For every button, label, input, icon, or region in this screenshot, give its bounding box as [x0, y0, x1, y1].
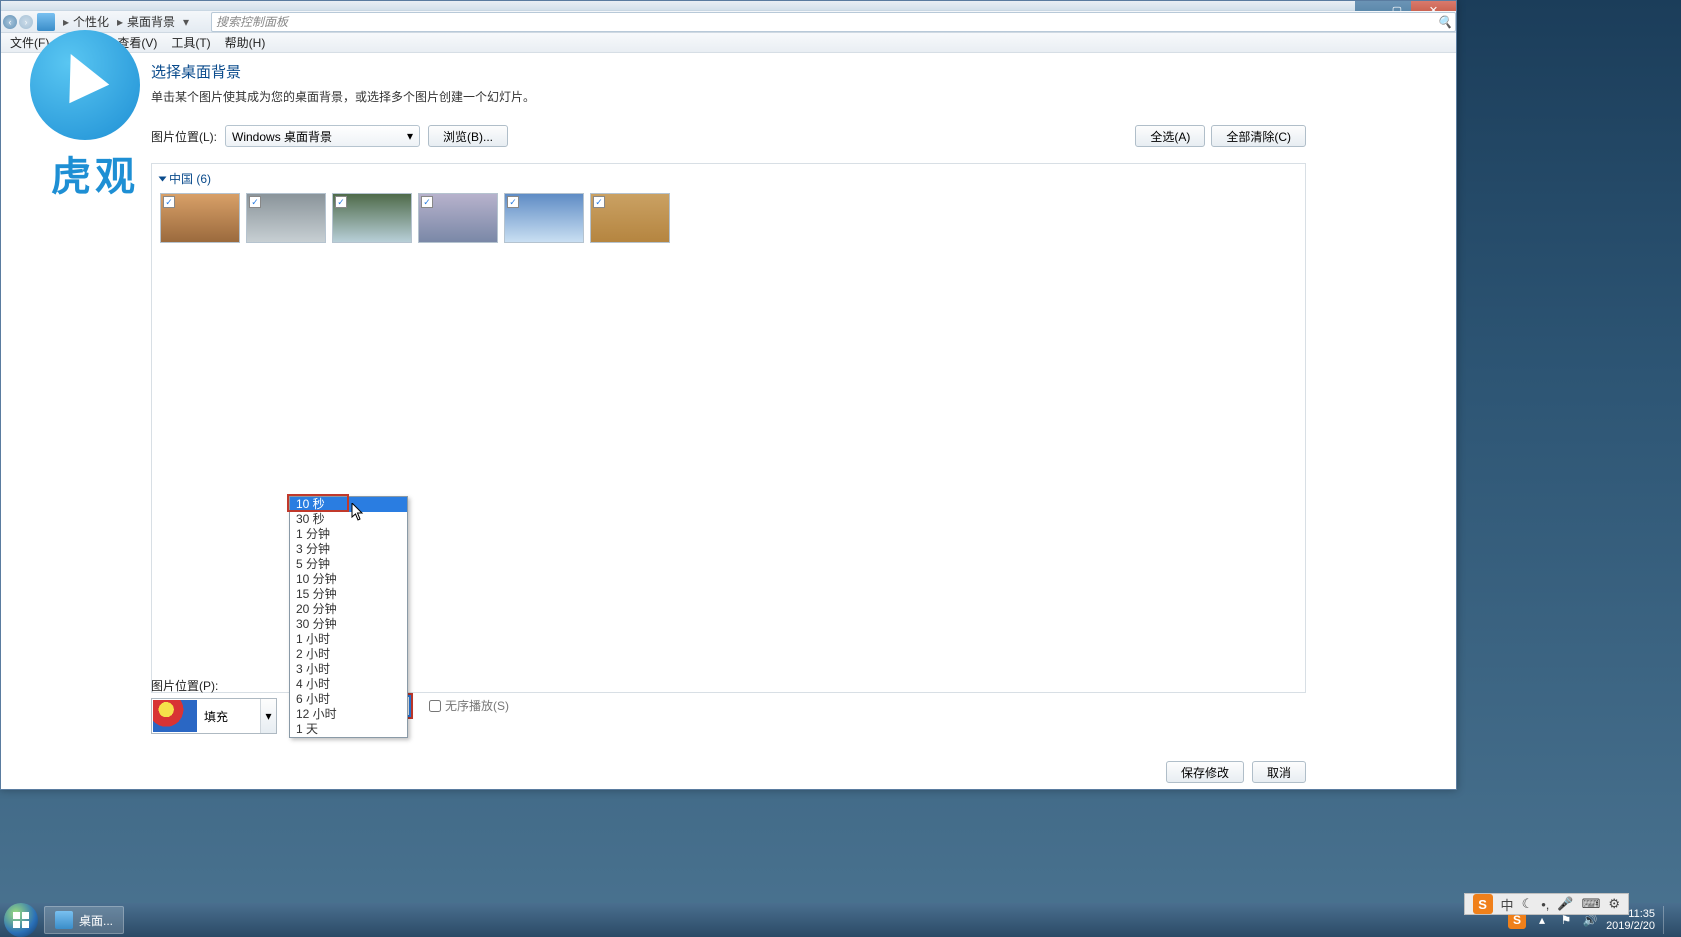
- start-button[interactable]: [4, 903, 38, 937]
- thumb-checkbox[interactable]: ✓: [163, 196, 175, 208]
- thumbnail-row: ✓ ✓ ✓ ✓ ✓ ✓: [160, 193, 1297, 243]
- search-icon[interactable]: 🔍: [1437, 15, 1451, 29]
- breadcrumb-level2[interactable]: 桌面背景: [123, 13, 179, 30]
- taskbar-app-label: 桌面...: [79, 912, 113, 929]
- location-label: 图片位置(L):: [151, 128, 217, 145]
- address-bar: ‹ › ▸ 个性化 ▸ 桌面背景 ▾ 搜索控制面板 🔍: [1, 11, 1456, 33]
- position-preview-icon: [153, 700, 197, 732]
- wallpaper-thumb[interactable]: ✓: [160, 193, 240, 243]
- interval-option[interactable]: 12 小时: [290, 707, 407, 722]
- interval-option[interactable]: 3 分钟: [290, 542, 407, 557]
- wallpaper-thumb[interactable]: ✓: [590, 193, 670, 243]
- app-icon: [55, 911, 73, 929]
- titlebar: ▁ ▢ ✕: [1, 1, 1456, 11]
- location-select[interactable]: Windows 桌面背景 ▾: [225, 125, 420, 147]
- ime-punct-icon[interactable]: •,: [1541, 897, 1549, 912]
- breadcrumb-level1[interactable]: 个性化: [69, 13, 113, 30]
- menu-help[interactable]: 帮助(H): [218, 32, 273, 53]
- wallpaper-thumb[interactable]: ✓: [418, 193, 498, 243]
- page-title: 选择桌面背景: [151, 61, 1306, 82]
- mic-icon[interactable]: 🎤: [1557, 896, 1573, 912]
- thumb-checkbox[interactable]: ✓: [593, 196, 605, 208]
- menu-edit[interactable]: 编辑(E): [56, 32, 110, 53]
- interval-option[interactable]: 20 分钟: [290, 602, 407, 617]
- interval-option[interactable]: 2 小时: [290, 647, 407, 662]
- chevron-down-icon: ▾: [407, 129, 413, 143]
- taskbar: 桌面... S ▴ ⚑ 🔊 11:35 2019/2/20: [0, 903, 1681, 937]
- menu-view[interactable]: 查看(V): [110, 32, 164, 53]
- interval-option[interactable]: 30 秒: [290, 512, 407, 527]
- thumb-checkbox[interactable]: ✓: [335, 196, 347, 208]
- position-value: 填充: [198, 708, 260, 725]
- interval-dropdown[interactable]: 10 秒30 秒1 分钟3 分钟5 分钟10 分钟15 分钟20 分钟30 分钟…: [289, 496, 408, 738]
- wallpaper-thumb[interactable]: ✓: [504, 193, 584, 243]
- ime-toolbar[interactable]: S 中 ☾ •, 🎤 ⌨ ⚙: [1464, 893, 1629, 915]
- interval-option[interactable]: 6 小时: [290, 692, 407, 707]
- chevron-down-icon[interactable]: ▾: [179, 15, 189, 29]
- position-select[interactable]: 填充 ▾: [151, 698, 277, 734]
- shuffle-checkbox[interactable]: [429, 700, 441, 712]
- caret-icon: [159, 176, 167, 181]
- save-button[interactable]: 保存修改: [1166, 761, 1244, 783]
- settings-icon[interactable]: ⚙: [1608, 896, 1620, 912]
- interval-option[interactable]: 10 分钟: [290, 572, 407, 587]
- ime-lang[interactable]: 中: [1501, 895, 1514, 914]
- thumb-checkbox[interactable]: ✓: [421, 196, 433, 208]
- menu-file[interactable]: 文件(F): [3, 32, 56, 53]
- location-row: 图片位置(L): Windows 桌面背景 ▾ 浏览(B)... 全选(A) 全…: [151, 125, 1306, 147]
- interval-option[interactable]: 15 分钟: [290, 587, 407, 602]
- position-label: 图片位置(P):: [151, 677, 277, 694]
- forward-button[interactable]: ›: [19, 15, 33, 29]
- breadcrumb[interactable]: ▸ 个性化 ▸ 桌面背景 ▾: [59, 13, 189, 30]
- control-panel-window: ▁ ▢ ✕ ‹ › ▸ 个性化 ▸ 桌面背景 ▾ 搜索控制面板 🔍 文件(F) …: [0, 0, 1457, 790]
- chevron-right-icon[interactable]: ▸: [113, 15, 123, 29]
- interval-option[interactable]: 4 小时: [290, 677, 407, 692]
- chevron-right-icon[interactable]: ▸: [59, 15, 69, 29]
- interval-option[interactable]: 30 分钟: [290, 617, 407, 632]
- cursor-icon: [351, 503, 365, 521]
- show-desktop-button[interactable]: [1663, 906, 1671, 934]
- group-header[interactable]: 中国 (6): [160, 170, 1297, 187]
- search-placeholder: 搜索控制面板: [216, 13, 288, 30]
- chevron-down-icon[interactable]: ▾: [260, 699, 276, 733]
- thumb-checkbox[interactable]: ✓: [249, 196, 261, 208]
- interval-option[interactable]: 3 小时: [290, 662, 407, 677]
- shuffle-label: 无序播放(S): [445, 697, 509, 714]
- folder-icon: [37, 13, 55, 31]
- keyboard-icon[interactable]: ⌨: [1582, 896, 1601, 912]
- interval-option[interactable]: 1 天: [290, 722, 407, 737]
- content-area: 选择桌面背景 单击某个图片使其成为您的桌面背景，或选择多个图片创建一个幻灯片。 …: [1, 53, 1456, 741]
- footer-buttons: 保存修改 取消: [1166, 761, 1306, 783]
- clear-all-button[interactable]: 全部清除(C): [1211, 125, 1306, 147]
- menu-bar: 文件(F) 编辑(E) 查看(V) 工具(T) 帮助(H): [1, 33, 1456, 53]
- page-subtitle: 单击某个图片使其成为您的桌面背景，或选择多个图片创建一个幻灯片。: [151, 88, 1306, 105]
- group-name: 中国 (6): [169, 170, 211, 187]
- cancel-button[interactable]: 取消: [1252, 761, 1306, 783]
- wallpaper-thumb[interactable]: ✓: [246, 193, 326, 243]
- interval-option[interactable]: 10 秒: [290, 497, 407, 512]
- shuffle-option[interactable]: 无序播放(S): [429, 697, 509, 714]
- select-all-button[interactable]: 全选(A): [1135, 125, 1205, 147]
- taskbar-app-button[interactable]: 桌面...: [44, 906, 124, 934]
- interval-option[interactable]: 1 小时: [290, 632, 407, 647]
- menu-tools[interactable]: 工具(T): [164, 32, 217, 53]
- sogou-icon[interactable]: S: [1473, 894, 1493, 914]
- browse-button[interactable]: 浏览(B)...: [428, 125, 508, 147]
- clock-date: 2019/2/20: [1606, 920, 1655, 932]
- location-value: Windows 桌面背景: [232, 128, 332, 145]
- moon-icon[interactable]: ☾: [1522, 896, 1534, 912]
- interval-option[interactable]: 5 分钟: [290, 557, 407, 572]
- wallpaper-thumb[interactable]: ✓: [332, 193, 412, 243]
- search-input[interactable]: 搜索控制面板 🔍: [211, 12, 1456, 32]
- interval-option[interactable]: 1 分钟: [290, 527, 407, 542]
- thumb-checkbox[interactable]: ✓: [507, 196, 519, 208]
- back-button[interactable]: ‹: [3, 15, 17, 29]
